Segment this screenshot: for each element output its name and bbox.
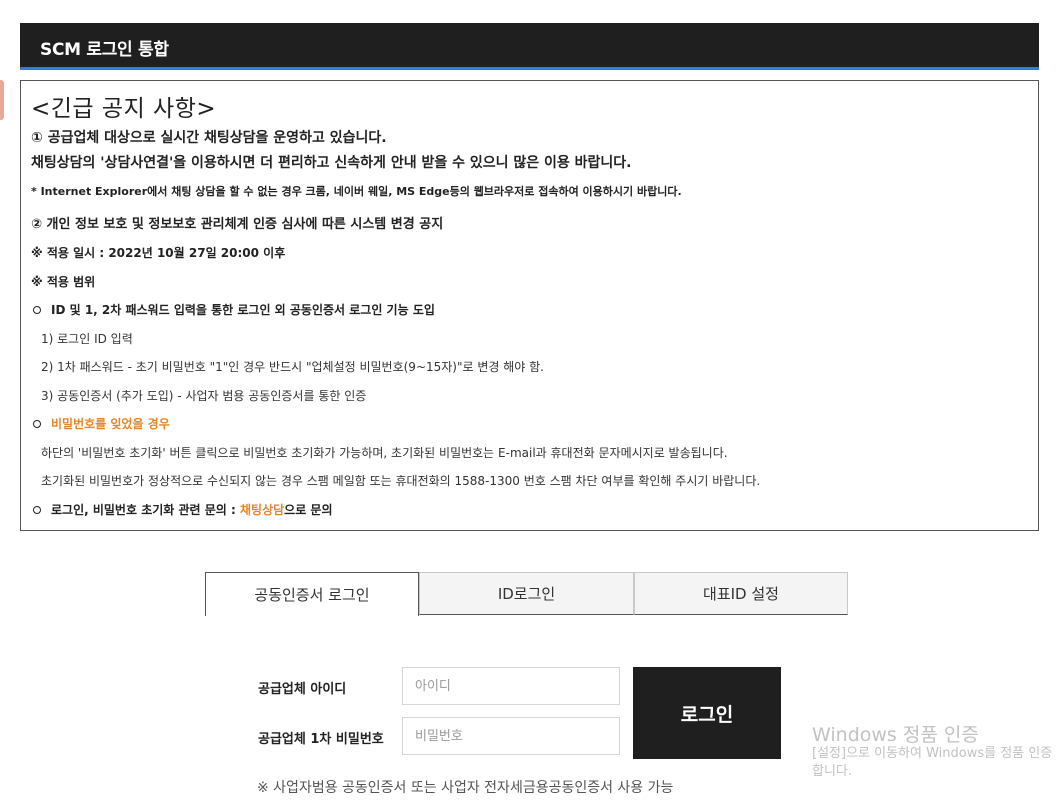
notice-item2-title: ② 개인 정보 보호 및 정보보호 관리체계 인증 심사에 따른 시스템 변경 … [31,217,444,232]
notice-item1-line1: ① 공급업체 대상으로 실시간 채팅상담을 운영하고 있습니다. [31,130,387,146]
apply-date: ※ 적용 일시 : 2022년 10월 27일 20:00 이후 [31,246,286,260]
certificate-note: ※ 사업자범용 공동인증서 또는 사업자 전자세금용공동인증서 사용 가능 [257,780,674,796]
apply-scope: ※ 적용 범위 [31,275,96,289]
inquiry-prefix: 로그인, 비밀번호 초기화 관련 문의 : [51,503,240,517]
forgot-password-title: 비밀번호를 잊었을 경우 [51,417,170,431]
bullet-icon [33,420,41,428]
windows-activation-subtitle: [설정]으로 이동하여 Windows를 정품 인증합니다. [812,746,1053,779]
scope-item-3: 3) 공동인증서 (추가 도입) - 사업자 범용 공동인증서를 통한 인증 [41,389,367,403]
forgot-password-desc-2: 초기화된 비밀번호가 정상적으로 수신되지 않는 경우 스팸 메일함 또는 휴대… [41,474,761,488]
scope-item-2: 2) 1차 패스워드 - 초기 비밀번호 "1"인 경우 반드시 "업체설정 비… [41,360,545,374]
tab-representative-id[interactable]: 대표ID 설정 [634,572,848,615]
supplier-password-input[interactable] [402,717,620,755]
forgot-password-row: 비밀번호를 잊었을 경우 [31,415,170,432]
tab-id-login[interactable]: ID로그인 [419,572,634,615]
forgot-password-desc-1: 하단의 '비밀번호 초기화' 버튼 클릭으로 비밀번호 초기화가 가능하며, 초… [41,446,728,460]
left-edge-marker [0,80,4,120]
inquiry-suffix: 으로 문의 [284,503,333,517]
top-header-bar: SCM 로그인 통합 [20,23,1039,70]
page-title: SCM 로그인 통합 [40,40,169,60]
login-tabs: 공동인증서 로그인 ID로그인 대표ID 설정 [205,572,848,616]
scope-item-1: 1) 로그인 ID 입력 [41,332,133,346]
scope-bullet-row: ID 및 1, 2차 패스워드 입력을 통한 로그인 외 공동인증서 로그인 기… [31,301,435,318]
notice-item1-line2: 채팅상담의 '상담사연결'을 이용하시면 더 편리하고 신속하게 안내 받을 수… [31,155,632,171]
tab-certificate-login[interactable]: 공동인증서 로그인 [205,572,419,616]
emergency-notice-box: <긴급 공지 사항> ① 공급업체 대상으로 실시간 채팅상담을 운영하고 있습… [20,80,1039,531]
inquiry-row: 로그인, 비밀번호 초기화 관련 문의 : 채팅상담으로 문의 [31,501,333,518]
supplier-password-label: 공급업체 1차 비밀번호 [258,732,384,747]
notice-title: <긴급 공지 사항> [31,96,217,122]
bullet-icon [33,506,41,514]
chat-consult-link[interactable]: 채팅상담 [240,503,284,517]
bullet-icon [33,306,41,314]
windows-activation-title: Windows 정품 인증 [812,724,979,746]
login-button[interactable]: 로그인 [633,667,781,759]
scope-bullet-text: ID 및 1, 2차 패스워드 입력을 통한 로그인 외 공동인증서 로그인 기… [51,303,435,317]
supplier-id-input[interactable] [402,667,620,705]
supplier-id-label: 공급업체 아이디 [258,682,347,697]
notice-item1-browser-note: * Internet Explorer에서 채팅 상담을 할 수 없는 경우 크… [31,185,682,198]
